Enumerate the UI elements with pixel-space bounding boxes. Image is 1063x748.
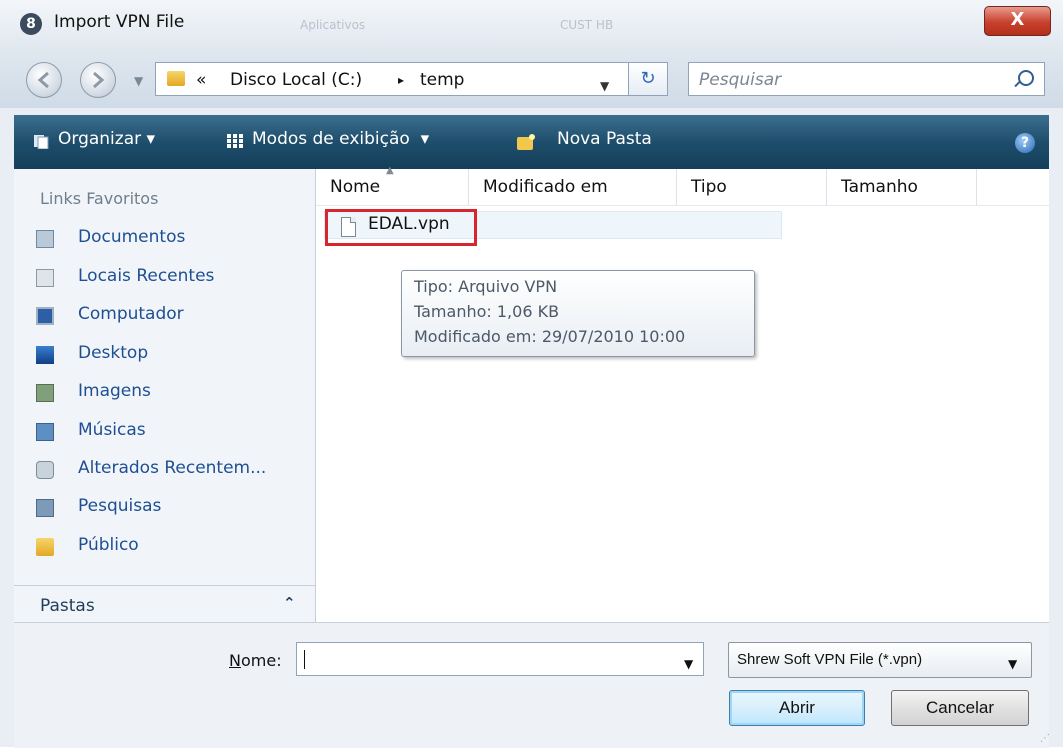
open-button[interactable]: Abrir bbox=[729, 690, 865, 726]
file-type-value: Shrew Soft VPN File (*.vpn) bbox=[737, 651, 923, 668]
address-bar[interactable]: « Disco Local (C:) ▸ temp ▼ bbox=[155, 62, 667, 96]
navigation-bar: ▼ « Disco Local (C:) ▸ temp ▼ ↻ Pesquisa… bbox=[0, 52, 1063, 108]
app-icon: 8 bbox=[20, 13, 42, 35]
file-type-dropdown-icon[interactable]: ▼ bbox=[1008, 657, 1017, 671]
refresh-icon: ↻ bbox=[640, 68, 656, 89]
music-icon bbox=[36, 423, 54, 441]
refresh-button[interactable]: ↻ bbox=[628, 62, 668, 96]
forward-arrow-icon bbox=[93, 71, 105, 89]
help-icon[interactable]: ? bbox=[1015, 133, 1035, 153]
sidebar-item-alterados-recentemente[interactable]: Alterados Recentem... bbox=[14, 455, 314, 485]
organize-icon bbox=[32, 133, 50, 150]
sidebar-item-pesquisas[interactable]: Pesquisas bbox=[14, 493, 314, 523]
breadcrumb-separator-icon[interactable]: ▸ bbox=[398, 73, 404, 87]
sidebar-item-publico[interactable]: Público bbox=[14, 532, 314, 562]
sort-ascending-icon: ▲ bbox=[386, 165, 394, 176]
recently-changed-icon bbox=[36, 461, 54, 479]
chevron-up-icon[interactable]: ⌃ bbox=[283, 594, 296, 612]
title-bar: 8 Import VPN File Aplicativos CUST HB X bbox=[0, 0, 1063, 52]
background-title: Aplicativos bbox=[300, 18, 366, 32]
computer-icon bbox=[36, 307, 54, 325]
header-divider bbox=[316, 205, 1049, 206]
public-folder-icon bbox=[36, 538, 54, 556]
name-label-rest: ome: bbox=[240, 651, 282, 670]
file-tooltip: Tipo: Arquivo VPN Tamanho: 1,06 KB Modif… bbox=[401, 270, 755, 357]
column-header-label: Tipo bbox=[691, 177, 727, 197]
command-toolbar: Organizar ▾ Modos de exibição ▾ Nova Pas… bbox=[14, 115, 1049, 169]
recent-places-icon bbox=[36, 269, 54, 287]
background-title: CUST HB bbox=[560, 18, 614, 32]
file-highlight-box bbox=[325, 209, 477, 246]
breadcrumb-drive[interactable]: Disco Local (C:) bbox=[230, 70, 362, 90]
import-vpn-dialog: 8 Import VPN File Aplicativos CUST HB X … bbox=[0, 0, 1063, 748]
column-header-tamanho[interactable]: Tamanho bbox=[827, 169, 977, 205]
new-folder-icon bbox=[516, 133, 535, 150]
text-caret bbox=[304, 650, 305, 669]
searches-icon bbox=[36, 499, 54, 517]
search-box[interactable]: Pesquisar bbox=[688, 62, 1045, 96]
sidebar-item-label: Público bbox=[78, 535, 139, 555]
footer-panel bbox=[14, 622, 1049, 748]
folder-icon bbox=[167, 71, 185, 86]
column-header-tipo[interactable]: Tipo bbox=[677, 169, 827, 205]
address-dropdown-icon[interactable]: ▼ bbox=[600, 79, 609, 93]
tooltip-type: Tipo: Arquivo VPN bbox=[414, 277, 558, 296]
sidebar-item-label: Imagens bbox=[78, 381, 151, 401]
sidebar-item-locais-recentes[interactable]: Locais Recentes bbox=[14, 263, 314, 293]
folders-toggle[interactable]: Pastas bbox=[40, 596, 95, 616]
file-name-label: Nome: bbox=[229, 651, 282, 670]
sidebar-item-desktop[interactable]: Desktop bbox=[14, 340, 314, 370]
favorites-pane: Links Favoritos Documentos Locais Recent… bbox=[14, 169, 316, 622]
tooltip-modified: Modificado em: 29/07/2010 10:00 bbox=[414, 327, 686, 346]
sidebar-item-label: Músicas bbox=[78, 420, 146, 440]
sidebar-item-label: Documentos bbox=[78, 227, 186, 247]
forward-button[interactable] bbox=[80, 62, 116, 98]
column-header-modificado[interactable]: Modificado em bbox=[469, 169, 677, 205]
close-button[interactable]: X bbox=[984, 6, 1051, 36]
sidebar-item-computador[interactable]: Computador bbox=[14, 301, 314, 331]
file-type-select[interactable]: Shrew Soft VPN File (*.vpn) bbox=[728, 642, 1032, 678]
favorites-title: Links Favoritos bbox=[40, 189, 159, 208]
column-header-label: Modificado em bbox=[483, 177, 608, 197]
file-name-dropdown-icon[interactable]: ▼ bbox=[684, 657, 693, 671]
window-title: Import VPN File bbox=[54, 12, 185, 32]
column-header-nome[interactable]: ▲ Nome bbox=[316, 165, 469, 205]
sidebar-item-label: Locais Recentes bbox=[78, 266, 215, 286]
column-header-label: Nome bbox=[330, 177, 381, 197]
documents-icon bbox=[36, 230, 54, 248]
breadcrumb-overflow[interactable]: « bbox=[196, 70, 206, 90]
views-button[interactable]: Modos de exibição ▾ bbox=[252, 129, 429, 149]
resize-grip-icon[interactable]: ⋰ bbox=[1040, 733, 1050, 744]
history-dropdown-icon[interactable]: ▼ bbox=[134, 74, 143, 88]
sidebar-item-documentos[interactable]: Documentos bbox=[14, 224, 314, 254]
sidebar-item-imagens[interactable]: Imagens bbox=[14, 378, 314, 408]
organize-button[interactable]: Organizar ▾ bbox=[58, 129, 155, 149]
sidebar-item-label: Computador bbox=[78, 304, 184, 324]
cancel-button[interactable]: Cancelar bbox=[891, 690, 1029, 726]
desktop-icon bbox=[36, 346, 54, 364]
sidebar-item-label: Pesquisas bbox=[78, 496, 162, 516]
new-folder-button[interactable]: Nova Pasta bbox=[557, 129, 652, 149]
sidebar-item-label: Desktop bbox=[78, 343, 149, 363]
search-input[interactable]: Pesquisar bbox=[699, 70, 781, 90]
column-header-label: Tamanho bbox=[841, 177, 918, 197]
breadcrumb-temp[interactable]: temp bbox=[420, 70, 464, 90]
sidebar-item-label: Alterados Recentem... bbox=[78, 458, 267, 478]
folders-divider bbox=[14, 585, 315, 586]
file-list-pane: ▲ Nome Modificado em Tipo Tamanho EDAL.v… bbox=[316, 165, 1049, 622]
back-arrow-icon bbox=[37, 71, 49, 89]
sidebar-item-musicas[interactable]: Músicas bbox=[14, 417, 314, 447]
file-name-input[interactable] bbox=[296, 642, 704, 676]
tooltip-size: Tamanho: 1,06 KB bbox=[414, 302, 560, 321]
views-label: Modos de exibição bbox=[252, 129, 410, 149]
pictures-icon bbox=[36, 384, 54, 402]
search-icon[interactable] bbox=[1018, 70, 1034, 86]
back-button[interactable] bbox=[26, 62, 62, 98]
organize-label: Organizar bbox=[58, 129, 142, 149]
name-label-accelerator: N bbox=[229, 651, 241, 670]
views-icon bbox=[226, 133, 244, 149]
